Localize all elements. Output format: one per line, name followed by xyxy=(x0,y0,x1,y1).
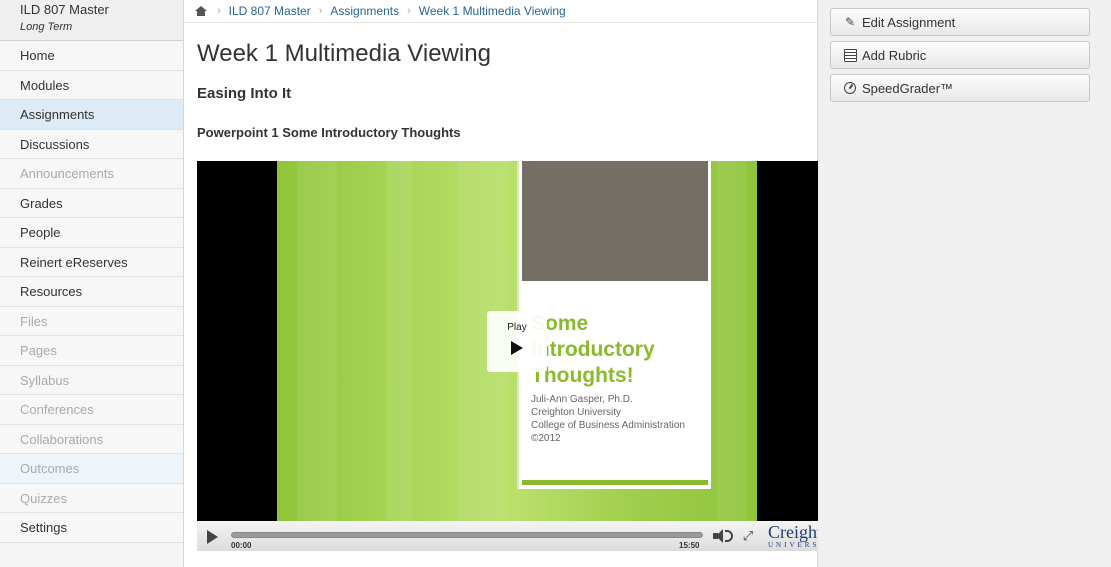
logo-sub: UNIVERS xyxy=(768,541,818,549)
sidebar-item-discussions[interactable]: Discussions xyxy=(0,129,183,159)
right-sidebar: ✎ Edit Assignment Add Rubric SpeedGrader… xyxy=(818,0,1111,567)
breadcrumb-course[interactable]: ILD 807 Master xyxy=(229,4,311,18)
sidebar-item-collaborations[interactable]: Collaborations xyxy=(0,424,183,454)
slide-accent-bar xyxy=(522,480,708,485)
edit-assignment-label: Edit Assignment xyxy=(862,14,956,30)
rubric-icon xyxy=(843,48,857,62)
current-time: 00:00 xyxy=(231,541,252,550)
edit-assignment-button[interactable]: ✎ Edit Assignment xyxy=(830,8,1090,36)
slide-image-block xyxy=(522,161,708,281)
add-rubric-button[interactable]: Add Rubric xyxy=(830,41,1090,69)
slide-heading-line: Thoughts! xyxy=(531,364,634,387)
course-name[interactable]: ILD 807 Master xyxy=(20,2,183,18)
page-title: Week 1 Multimedia Viewing xyxy=(197,40,491,67)
sidebar-item-resources[interactable]: Resources xyxy=(0,277,183,307)
sidebar-item-pages[interactable]: Pages xyxy=(0,336,183,366)
slide-heading: Some Introductory Thoughts! xyxy=(531,311,655,389)
main-content: › ILD 807 Master › Assignments › Week 1 … xyxy=(184,0,818,567)
course-sidebar: ILD 807 Master Long Term Home Modules Assi… xyxy=(0,0,184,567)
sidebar-item-settings[interactable]: Settings xyxy=(0,513,183,543)
slide-college: College of Business Administration xyxy=(531,420,685,431)
sidebar-item-announcements[interactable]: Announcements xyxy=(0,159,183,189)
sidebar-item-reinert-ereserves[interactable]: Reinert eReserves xyxy=(0,247,183,277)
breadcrumb-assignments[interactable]: Assignments xyxy=(330,4,399,18)
course-term: Long Term xyxy=(20,21,73,33)
sidebar-item-modules[interactable]: Modules xyxy=(0,70,183,100)
logo-name: Creight xyxy=(768,522,818,542)
sidebar-item-grades[interactable]: Grades xyxy=(0,188,183,218)
slide-heading-line: Introductory xyxy=(531,338,655,361)
video-player[interactable]: Some Introductory Thoughts! Juli-Ann Gas… xyxy=(197,161,818,551)
sidebar-item-quizzes[interactable]: Quizzes xyxy=(0,483,183,513)
slide-year: ©2012 xyxy=(531,433,561,444)
add-rubric-label: Add Rubric xyxy=(862,47,927,63)
sidebar-item-syllabus[interactable]: Syllabus xyxy=(0,365,183,395)
home-icon[interactable] xyxy=(195,5,207,17)
play-button[interactable] xyxy=(207,530,218,544)
section-heading: Powerpoint 1 Some Introductory Thoughts xyxy=(197,125,461,140)
sidebar-item-conferences[interactable]: Conferences xyxy=(0,395,183,425)
seek-bar[interactable] xyxy=(231,532,703,538)
university-logo: Creight UNIVERS xyxy=(768,523,818,550)
speedgrader-icon xyxy=(843,81,857,95)
breadcrumb-separator: › xyxy=(407,5,411,17)
page-subtitle: Easing Into It xyxy=(197,85,292,102)
sidebar-item-files[interactable]: Files xyxy=(0,306,183,336)
fullscreen-icon[interactable]: ⤢ xyxy=(740,529,756,543)
sidebar-item-outcomes[interactable]: Outcomes xyxy=(0,454,183,484)
slide-stripe xyxy=(387,161,412,521)
sidebar-item-assignments[interactable]: Assignments xyxy=(0,100,183,130)
slide-institution: Creighton University xyxy=(531,407,622,418)
slide-stripe xyxy=(717,161,747,521)
pencil-icon: ✎ xyxy=(844,15,856,29)
breadcrumb-separator: › xyxy=(217,5,221,17)
play-icon xyxy=(511,341,523,355)
breadcrumb-separator: › xyxy=(318,5,323,17)
breadcrumb: › ILD 807 Master › Assignments › Week 1 … xyxy=(184,0,817,23)
play-overlay-button[interactable]: Play xyxy=(487,311,547,372)
duration: 15:50 xyxy=(679,541,700,550)
volume-cone xyxy=(716,529,723,543)
volume-wave xyxy=(725,530,733,542)
slide-stripe xyxy=(297,161,337,521)
play-label: Play xyxy=(507,322,527,333)
volume-icon[interactable] xyxy=(713,529,735,543)
sidebar-item-home[interactable]: Home xyxy=(0,41,183,71)
sidebar-item-people[interactable]: People xyxy=(0,218,183,248)
video-controls: 00:00 15:50 ⤢ Creight UNIVERS xyxy=(197,521,818,551)
slide-author: Juli-Ann Gasper, Ph.D. xyxy=(531,394,633,405)
speedgrader-label: SpeedGrader™ xyxy=(862,80,954,96)
speedgrader-button[interactable]: SpeedGrader™ xyxy=(830,74,1090,102)
breadcrumb-current[interactable]: Week 1 Multimedia Viewing xyxy=(419,4,566,18)
course-nav: Home Modules Assignments Discussions Announc… xyxy=(0,41,183,543)
slide-heading-line: Some xyxy=(531,312,589,335)
course-header[interactable]: ILD 807 Master Long Term xyxy=(0,0,183,41)
slide-credits: Juli-Ann Gasper, Ph.D. Creighton Univers… xyxy=(531,393,685,445)
